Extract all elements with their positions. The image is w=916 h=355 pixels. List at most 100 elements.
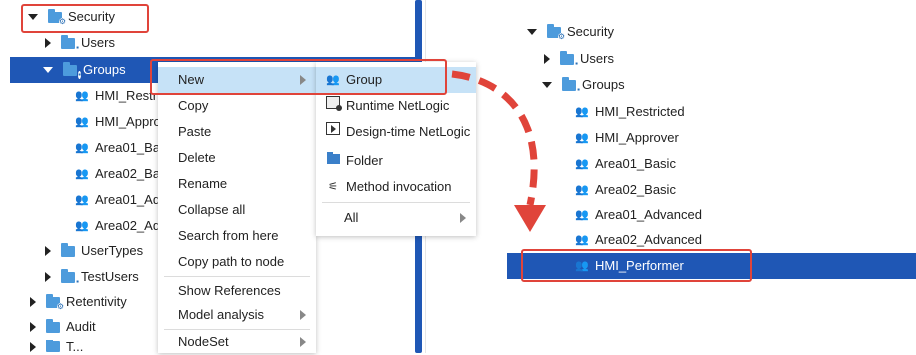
user-group-icon: 👥 [75, 220, 89, 232]
menu-item-model-analysis[interactable]: Model analysis [158, 302, 316, 328]
tree-node-label: Area01_Ba [95, 140, 161, 155]
runtime-netlogic-icon [326, 93, 342, 119]
submenu-item-runtime-netlogic[interactable]: Runtime NetLogic [316, 93, 476, 119]
folder-icon: ▪ [562, 76, 580, 94]
tree-node-label: Security [567, 24, 614, 39]
tree-node-truncated[interactable]: T... [30, 340, 83, 353]
submenu-item-designtime-netlogic[interactable]: Design-time NetLogic [316, 119, 476, 145]
new-group-callout-box [150, 59, 447, 95]
expand-triangle-icon[interactable] [30, 322, 36, 332]
menu-item-label: Paste [178, 124, 212, 139]
tree-node-group-item[interactable]: 👥 HMI_Appro [75, 109, 161, 135]
tree-node-groups[interactable]: ▪ Groups [542, 72, 625, 98]
tree-node-group-item[interactable]: 👥 Area01_Ba [75, 135, 160, 161]
tree-node-group-item[interactable]: 👥 Area02_Ba [75, 161, 160, 187]
menu-item-label: Collapse all [178, 202, 246, 217]
menu-item-label: Copy [178, 98, 209, 113]
submenu-item-folder[interactable]: Folder [316, 148, 476, 174]
collapse-triangle-icon[interactable] [527, 29, 537, 35]
tree-node-group-item[interactable]: 👥 Area01_Advanced [575, 202, 702, 228]
tree-node-label: Area01_Ad [95, 192, 161, 207]
tree-node-group-item[interactable]: 👥 Area01_Ad [75, 187, 160, 213]
folder-icon [61, 242, 75, 257]
menu-separator [164, 276, 310, 277]
menu-item-label: Model analysis [178, 307, 264, 322]
folder-icon: ▪ [61, 34, 79, 52]
menu-item-search-from-here[interactable]: Search from here [158, 223, 316, 249]
tree-node-label: Area01_Basic [595, 156, 676, 171]
menu-item-show-references[interactable]: Show References [158, 278, 316, 304]
menu-item-copy-path[interactable]: Copy path to node [158, 249, 316, 275]
menu-item-rename[interactable]: Rename [158, 171, 316, 197]
user-group-icon: 👥 [575, 158, 589, 170]
submenu-item-label: Folder [346, 153, 383, 168]
tree-node-group-item[interactable]: 👥 Area01_Basic [575, 151, 676, 177]
tree-node-label: Area02_Basic [595, 182, 676, 197]
menu-item-paste[interactable]: Paste [158, 119, 316, 145]
folder-icon: ▪ [63, 61, 81, 79]
tree-node-label: Area02_Ba [95, 166, 161, 181]
submenu-arrow-icon [300, 337, 306, 347]
menu-item-delete[interactable]: Delete [158, 145, 316, 171]
tree-node-label: HMI_Appro [95, 114, 161, 129]
tree-node-label: HMI_Approver [595, 130, 679, 145]
tree-node-label: Area01_Advanced [595, 207, 702, 222]
tree-node-label: Retentivity [66, 294, 127, 309]
tree-node-users[interactable]: ▪ Users [45, 30, 115, 56]
folder-icon [46, 318, 60, 333]
tree-node-retentivity[interactable]: ⚙ Retentivity [30, 289, 127, 315]
submenu-item-label: All [344, 210, 359, 225]
menu-separator [322, 202, 470, 203]
submenu-arrow-icon [460, 213, 466, 223]
tree-node-group-item[interactable]: 👥 Area02_Basic [575, 177, 676, 203]
expand-triangle-icon[interactable] [45, 38, 51, 48]
user-group-icon: 👥 [75, 194, 89, 206]
tree-node-usertypes[interactable]: UserTypes [45, 238, 143, 264]
submenu-item-method-invocation[interactable]: ⚟ Method invocation [316, 174, 476, 200]
tree-node-label: Groups [83, 62, 126, 77]
user-group-icon: 👥 [75, 168, 89, 180]
menu-item-copy[interactable]: Copy [158, 93, 316, 119]
collapse-triangle-icon[interactable] [542, 82, 552, 88]
tree-node-group-item[interactable]: 👥 Area02_Ad [75, 213, 160, 239]
right-tree-panel: ⚙ Security ▪ Users ▪ Groups 👥 HMI_Restri… [507, 0, 916, 353]
user-group-icon: 👥 [75, 116, 89, 128]
new-group-result-callout-box [521, 249, 752, 282]
expand-triangle-icon[interactable] [45, 272, 51, 282]
submenu-item-label: Runtime NetLogic [346, 98, 450, 113]
folder-icon: ⚙ [46, 293, 64, 311]
folder-icon: ▪ [61, 268, 79, 286]
user-group-icon: 👥 [575, 132, 589, 144]
tree-node-label: Groups [582, 77, 625, 92]
folder-icon: ⚙ [547, 23, 565, 41]
menu-item-collapse-all[interactable]: Collapse all [158, 197, 316, 223]
tree-node-label: UserTypes [81, 243, 144, 258]
expand-triangle-icon[interactable] [45, 246, 51, 256]
tree-node-security[interactable]: ⚙ Security [527, 19, 614, 45]
user-group-icon: 👥 [75, 90, 89, 102]
submenu-item-all[interactable]: All [316, 205, 476, 231]
expand-triangle-icon[interactable] [30, 341, 36, 352]
tree-node-label: Users [81, 35, 115, 50]
expand-triangle-icon[interactable] [544, 54, 550, 64]
folder-icon: ▪ [560, 50, 578, 68]
tree-node-testusers[interactable]: ▪ TestUsers [45, 264, 139, 290]
collapse-triangle-icon[interactable] [43, 67, 53, 73]
tree-node-label: Users [580, 51, 614, 66]
folder-icon [46, 340, 60, 352]
submenu-item-label: Design-time NetLogic [346, 124, 471, 139]
tree-node-group-item[interactable]: 👥 HMI_Approver [575, 125, 679, 151]
tree-node-label: Audit [66, 319, 96, 334]
method-invocation-icon: ⚟ [328, 181, 338, 193]
security-callout-box [21, 4, 149, 33]
menu-item-label: Show References [178, 283, 281, 298]
tree-node-users[interactable]: ▪ Users [544, 46, 614, 72]
menu-item-nodeset[interactable]: NodeSet [158, 329, 316, 355]
context-menu: New Copy Paste Delete Rename Collapse al… [158, 62, 316, 353]
menu-item-label: NodeSet [178, 334, 229, 349]
expand-triangle-icon[interactable] [30, 297, 36, 307]
tree-node-audit[interactable]: Audit [30, 314, 96, 340]
tree-node-group-item[interactable]: 👥 HMI_Restricted [575, 99, 684, 125]
submenu-item-label: Method invocation [346, 179, 452, 194]
tree-node-group-item[interactable]: 👥 HMI_Restri [75, 83, 160, 109]
